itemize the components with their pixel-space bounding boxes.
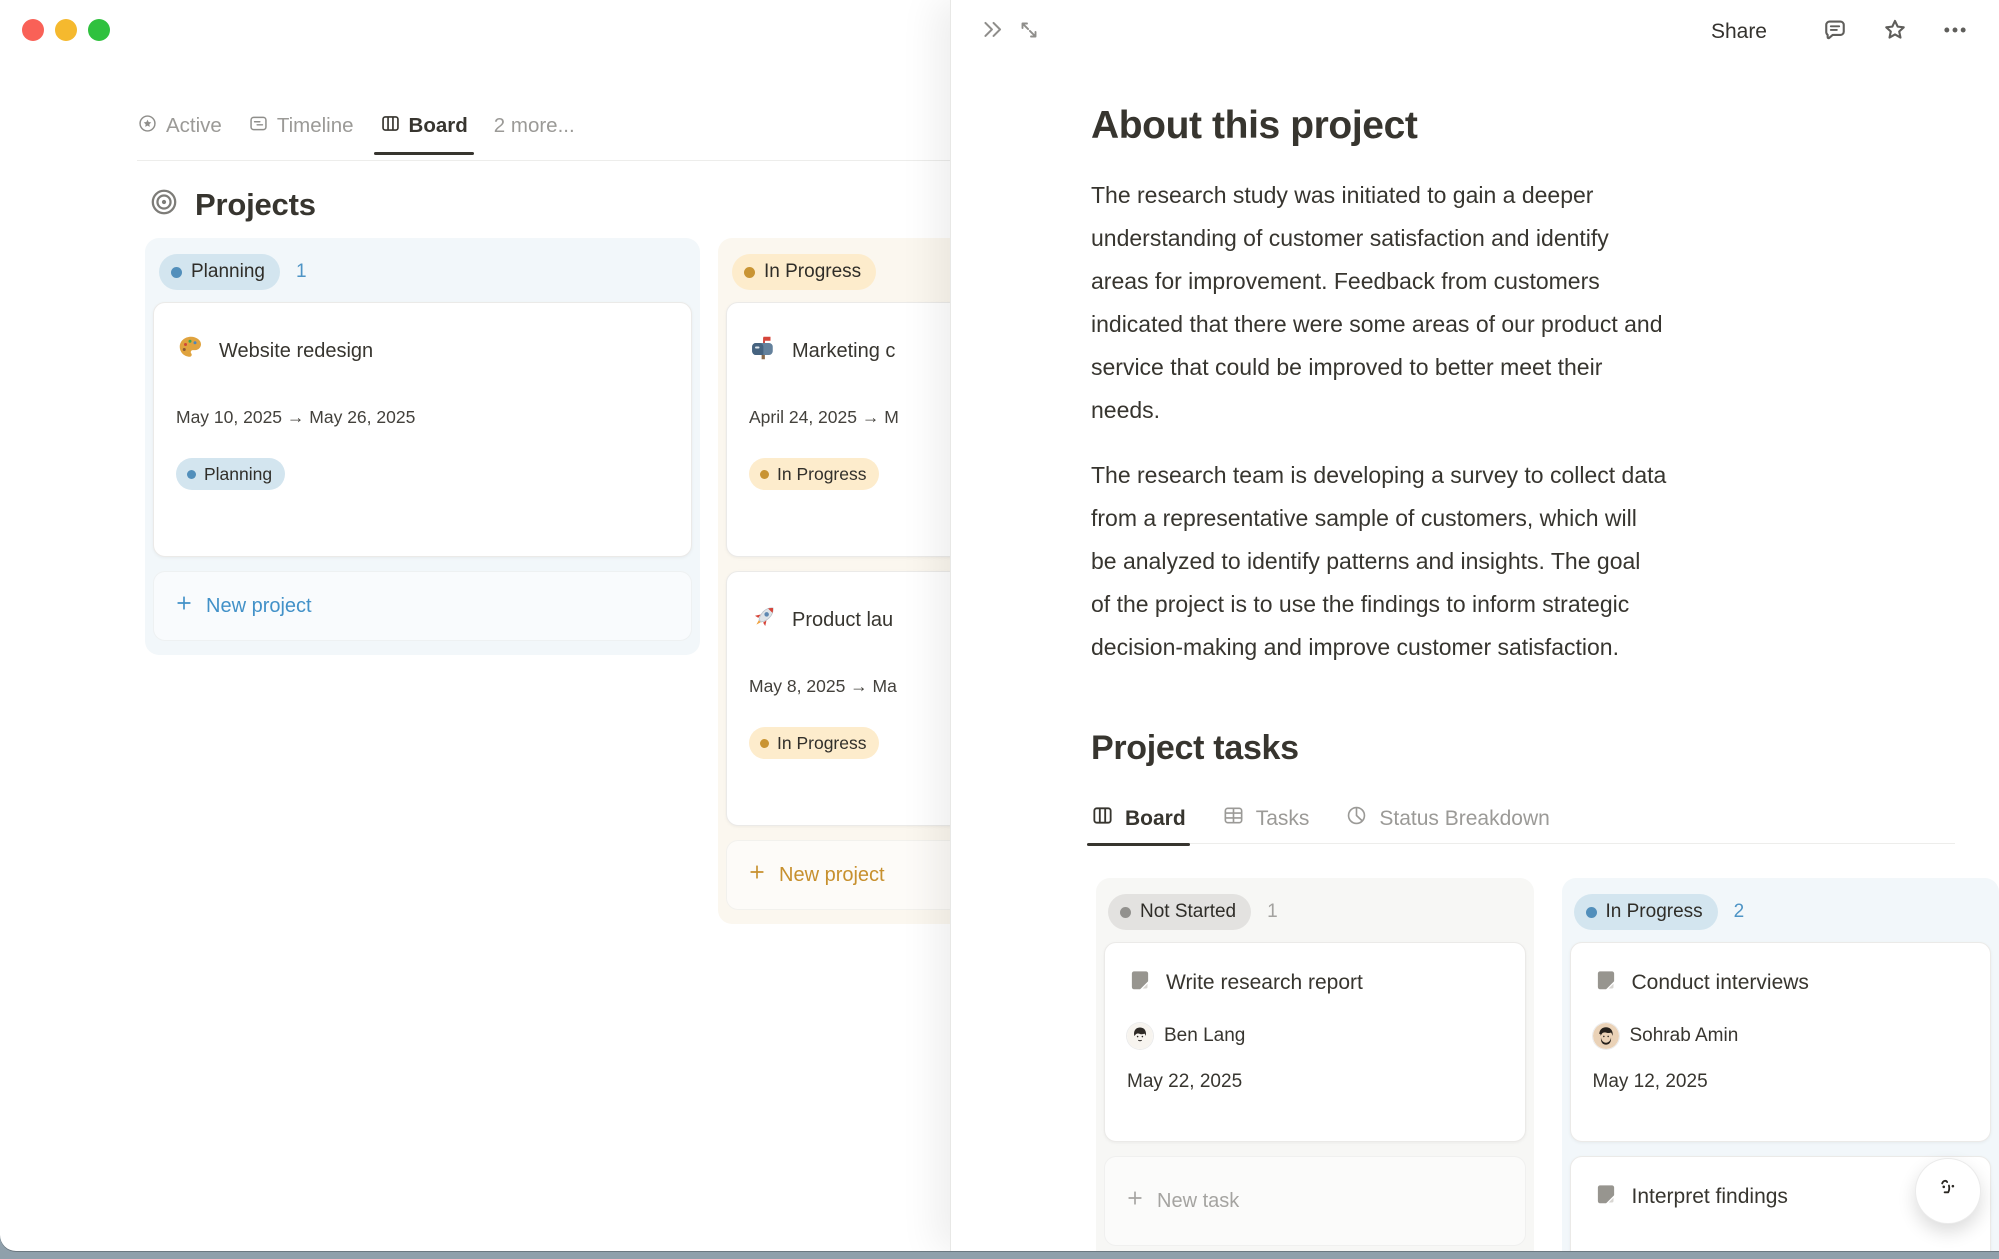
column-planning: Planning 1 Website redesign May 10, 2025… bbox=[145, 238, 700, 655]
new-task-button[interactable]: New task bbox=[1104, 1156, 1526, 1246]
page-title-row: Projects bbox=[148, 186, 316, 223]
column-count: 2 bbox=[1734, 901, 1745, 923]
board-columns-icon bbox=[1091, 804, 1114, 833]
pie-chart-icon bbox=[1345, 804, 1368, 833]
assignee-name: Ben Lang bbox=[1164, 1025, 1245, 1047]
column-not-started: Not Started 1 Write research report bbox=[1096, 878, 1534, 1251]
column-header: Not Started 1 bbox=[1096, 878, 1534, 942]
status-pill-not-started[interactable]: Not Started bbox=[1108, 894, 1251, 930]
share-button[interactable]: Share bbox=[1711, 20, 1767, 44]
more-options-button[interactable] bbox=[1937, 14, 1973, 50]
tasks-section-heading: Project tasks bbox=[1091, 729, 1999, 768]
avatar-ben-lang bbox=[1127, 1023, 1153, 1049]
task-card-conduct-interviews[interactable]: Conduct interviews Sohrab Amin May 12, 2… bbox=[1570, 942, 1992, 1142]
task-page-icon bbox=[1127, 967, 1153, 999]
ai-face-icon bbox=[1931, 1173, 1965, 1210]
card-status-tag: In Progress bbox=[749, 458, 879, 490]
comments-button[interactable] bbox=[1817, 14, 1853, 50]
task-card-write-research-report[interactable]: Write research report Ben Lang May 22, 2… bbox=[1104, 942, 1526, 1142]
tab-label: Board bbox=[409, 114, 468, 138]
project-card-website-redesign[interactable]: Website redesign May 10, 2025 → May 26, … bbox=[153, 302, 692, 557]
tab-more-views[interactable]: 2 more... bbox=[494, 114, 575, 138]
card-status-tag: Planning bbox=[176, 458, 285, 490]
task-page-icon bbox=[1593, 1181, 1619, 1213]
bullseye-icon bbox=[148, 186, 180, 223]
fullscreen-button[interactable] bbox=[88, 19, 110, 41]
task-page-icon bbox=[1593, 967, 1619, 999]
status-dot bbox=[171, 267, 182, 278]
card-title: Marketing c bbox=[792, 340, 895, 363]
view-tabs: Active Timeline Board 2 more... bbox=[137, 106, 575, 146]
card-title: Interpret findings bbox=[1632, 1185, 1788, 1209]
card-title: Write research report bbox=[1166, 971, 1363, 995]
plus-icon bbox=[1125, 1188, 1145, 1214]
tasks-board: Not Started 1 Write research report bbox=[1096, 878, 1999, 1251]
card-status-tag: In Progress bbox=[749, 727, 879, 759]
board-columns-icon bbox=[380, 113, 401, 140]
mailbox-icon bbox=[749, 333, 779, 369]
window-controls bbox=[22, 19, 110, 41]
tab-tasks[interactable]: Tasks bbox=[1222, 804, 1310, 833]
card-date-range: May 10, 2025 → May 26, 2025 bbox=[176, 407, 669, 428]
status-dot bbox=[760, 739, 769, 748]
rocket-icon bbox=[749, 602, 779, 638]
status-pill-in-progress[interactable]: In Progress bbox=[1574, 894, 1718, 930]
double-chevron-right-icon bbox=[980, 17, 1006, 48]
column-count: 1 bbox=[1267, 901, 1278, 923]
card-title: Conduct interviews bbox=[1632, 971, 1809, 995]
timeline-icon bbox=[248, 113, 269, 140]
ellipsis-icon bbox=[1941, 16, 1969, 49]
favorite-button[interactable] bbox=[1877, 14, 1913, 50]
column-count: 1 bbox=[296, 261, 307, 283]
close-button[interactable] bbox=[22, 19, 44, 41]
card-title: Website redesign bbox=[219, 340, 373, 363]
status-dot bbox=[744, 267, 755, 278]
status-pill-planning[interactable]: Planning bbox=[159, 254, 280, 290]
minimize-button[interactable] bbox=[55, 19, 77, 41]
document-paragraph: The research team is developing a survey… bbox=[1091, 454, 1999, 669]
palette-icon bbox=[176, 333, 206, 369]
desktop: Active Timeline Board 2 more... bbox=[0, 0, 1999, 1259]
status-pill-in-progress[interactable]: In Progress bbox=[732, 254, 876, 290]
comment-bubble-icon bbox=[1821, 16, 1849, 49]
tab-timeline-view[interactable]: Timeline bbox=[248, 113, 354, 140]
status-dot bbox=[760, 470, 769, 479]
star-circle-icon bbox=[137, 113, 158, 140]
tasks-view-tabs: Board Tasks Status Breakdown bbox=[1091, 794, 1955, 844]
column-header: In Progress 2 bbox=[1562, 878, 1999, 942]
avatar-sohrab-amin bbox=[1593, 1023, 1619, 1049]
tabs-divider bbox=[137, 160, 950, 161]
expand-page-button[interactable] bbox=[1011, 14, 1047, 50]
peek-content: About this project The research study wa… bbox=[1091, 64, 1999, 1251]
document-paragraph: The research study was initiated to gain… bbox=[1091, 174, 1999, 432]
status-dot bbox=[1586, 907, 1597, 918]
card-due-date: May 22, 2025 bbox=[1127, 1071, 1503, 1093]
tab-label: 2 more... bbox=[494, 114, 575, 138]
plus-icon bbox=[174, 593, 194, 619]
notion-ai-button[interactable] bbox=[1915, 1158, 1981, 1224]
tab-label: Active bbox=[166, 114, 222, 138]
assignee-name: Sohrab Amin bbox=[1630, 1025, 1739, 1047]
tab-active-view[interactable]: Active bbox=[137, 113, 222, 140]
notion-window: Active Timeline Board 2 more... bbox=[0, 0, 1999, 1251]
tab-board[interactable]: Board bbox=[1091, 804, 1186, 833]
close-peek-button[interactable] bbox=[975, 14, 1011, 50]
status-dot bbox=[1120, 907, 1131, 918]
status-dot bbox=[187, 470, 196, 479]
tab-board-view[interactable]: Board bbox=[380, 113, 468, 140]
tab-label: Timeline bbox=[277, 114, 354, 138]
plus-icon bbox=[747, 862, 767, 888]
star-icon bbox=[1881, 16, 1909, 49]
new-project-button[interactable]: New project bbox=[153, 571, 692, 641]
peek-toolbar: Share bbox=[951, 0, 1999, 64]
expand-diagonal-icon bbox=[1017, 18, 1041, 47]
document-heading: About this project bbox=[1091, 104, 1999, 148]
tab-status-breakdown[interactable]: Status Breakdown bbox=[1345, 804, 1549, 833]
card-title: Product lau bbox=[792, 609, 893, 632]
page-title: Projects bbox=[195, 187, 316, 223]
column-header: Planning 1 bbox=[145, 238, 700, 302]
table-icon bbox=[1222, 804, 1245, 833]
card-due-date: May 12, 2025 bbox=[1593, 1071, 1969, 1093]
side-peek-panel: Share bbox=[950, 0, 1999, 1251]
